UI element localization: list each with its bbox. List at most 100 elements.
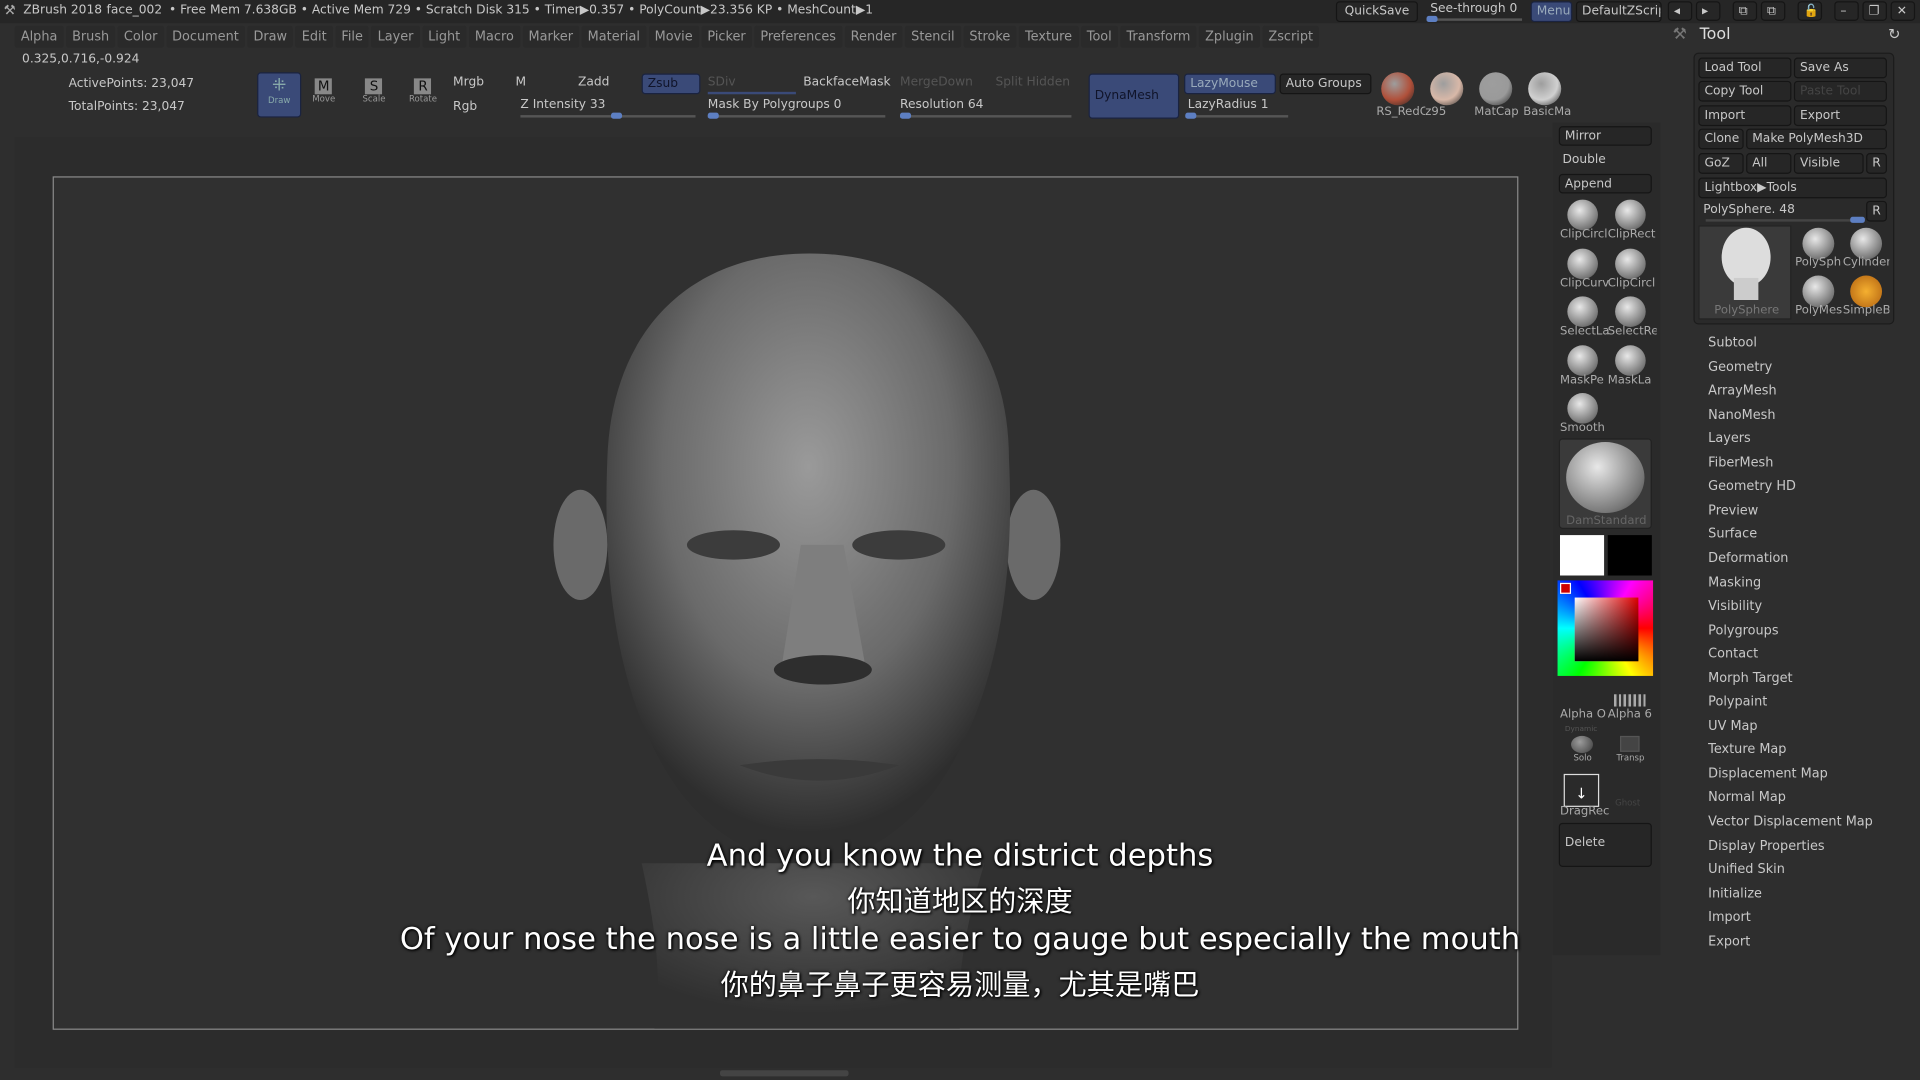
menu-zscript[interactable]: Zscript [1262,25,1320,48]
maskpe-button[interactable]: MaskPe [1560,373,1609,386]
menu-layer[interactable]: Layer [371,25,420,48]
menu-edit[interactable]: Edit [295,25,333,48]
delete-button[interactable]: Delete [1558,822,1652,867]
export-button[interactable]: Export [1793,105,1887,127]
minimize-icon[interactable]: – [1834,1,1859,21]
lazymouse-button[interactable]: LazyMouse [1184,73,1276,95]
menu-render[interactable]: Render [844,25,903,48]
append-button[interactable]: Append [1558,173,1652,194]
resolution-slider[interactable] [900,112,1072,119]
backface-mask-button[interactable]: BackfaceMask [803,76,890,89]
rgb-button[interactable]: Rgb [453,100,477,113]
menu-file[interactable]: File [335,25,370,48]
restore-icon[interactable]: ❐ [1862,1,1887,21]
layout-left-icon[interactable]: ⧉ [1732,1,1758,21]
solo-button[interactable]: Solo [1573,753,1622,763]
mask-by-polygroups-slider[interactable] [707,112,886,119]
tool-menu-display-properties[interactable]: Display Properties [1708,838,1824,853]
save-as-button[interactable]: Save As [1793,57,1887,79]
menu-transform[interactable]: Transform [1120,25,1197,48]
mrgb-button[interactable]: Mrgb [453,76,484,89]
sdiv-track[interactable] [707,91,796,95]
tool-menu-unified-skin[interactable]: Unified Skin [1708,862,1785,877]
tool-thumbnail-cylinder[interactable] [1850,227,1883,260]
tool-menu-vector-displacement-map[interactable]: Vector Displacement Map [1708,814,1873,829]
color-picker[interactable] [1557,580,1654,676]
selectre-button[interactable]: SelectRe [1608,324,1657,337]
dragrect-button[interactable]: DragRec [1560,804,1609,817]
menu-alpha[interactable]: Alpha [14,25,64,48]
goz-r-button[interactable]: R [1866,153,1887,174]
bottom-scroll-handle[interactable] [720,1070,849,1077]
menu-stencil[interactable]: Stencil [905,25,961,48]
see-through-slider[interactable] [1426,15,1523,23]
sdiv-slider[interactable]: SDiv [708,76,736,89]
selectla-button[interactable]: SelectLa [1560,324,1609,337]
dynamesh-button[interactable]: DynaMesh [1088,73,1180,119]
reset-icon[interactable]: ↻ [1888,26,1900,43]
menu-texture[interactable]: Texture [1018,25,1079,48]
menus-button[interactable]: Menus [1530,1,1573,23]
tool-menu-geometry[interactable]: Geometry [1708,359,1772,374]
tool-menu-deformation[interactable]: Deformation [1708,551,1788,566]
tool-menu-texture-map[interactable]: Texture Map [1708,742,1786,757]
secondary-color-swatch[interactable] [1607,535,1652,576]
menu-preferences[interactable]: Preferences [754,25,843,48]
goz-all-button[interactable]: All [1746,153,1792,174]
menu-tool[interactable]: Tool [1080,25,1118,48]
tool-menu-displacement-map[interactable]: Displacement Map [1708,766,1828,781]
make-polymesh3d-button[interactable]: Make PolyMesh3D [1746,128,1887,150]
move-button[interactable]: M Move [312,78,335,104]
menu-draw[interactable]: Draw [247,25,294,48]
material-sphere-icon[interactable] [1430,72,1464,106]
zsub-button[interactable]: Zsub [641,73,701,95]
material-sphere-icon[interactable] [1528,72,1562,106]
tool-menu-layers[interactable]: Layers [1708,431,1751,446]
clone-button[interactable]: Clone [1698,128,1744,150]
menu-movie[interactable]: Movie [648,25,699,48]
tool-thumbnail-simpleb[interactable] [1850,275,1883,308]
tool-menu-polypaint[interactable]: Polypaint [1708,695,1767,710]
tool-menu-fibermesh[interactable]: FiberMesh [1708,455,1773,470]
load-tool-button[interactable]: Load Tool [1698,57,1792,79]
cliprect-button[interactable]: ClipRect [1608,228,1657,241]
tool-menu-preview[interactable]: Preview [1708,503,1758,518]
rotate-button[interactable]: R Rotate [409,78,437,104]
menu-color[interactable]: Color [117,25,164,48]
tool-thumbnail-polysphere[interactable]: PolySphere [1698,225,1792,320]
scroll-right-icon[interactable]: ▸ [1695,1,1721,21]
m-button[interactable]: M [516,76,527,89]
tool-menu-morph-target[interactable]: Morph Target [1708,671,1792,686]
menu-brush[interactable]: Brush [65,25,116,48]
menu-picker[interactable]: Picker [701,25,752,48]
clipcurv-button[interactable]: ClipCurv [1560,276,1609,289]
draw-button[interactable]: ⁜ Draw [257,72,302,118]
ghost-button[interactable]: Ghost [1615,798,1664,808]
menu-document[interactable]: Document [166,25,245,48]
menu-marker[interactable]: Marker [522,25,580,48]
maskla-button[interactable]: MaskLa [1608,373,1657,386]
lazyradius-slider[interactable] [1185,112,1289,119]
material-sphere-icon[interactable] [1479,72,1513,106]
default-zscript-button[interactable]: DefaultZScript [1575,1,1662,23]
clipcircl-button[interactable]: ClipCircl [1560,228,1609,241]
tool-menu-geometry-hd[interactable]: Geometry HD [1708,479,1796,494]
scroll-left-icon[interactable]: ◂ [1667,1,1693,21]
goz-visible-button[interactable]: Visible [1793,153,1864,174]
tool-menu-surface[interactable]: Surface [1708,527,1757,542]
split-hidden-button[interactable]: Split Hidden [996,76,1071,89]
tool-thumbnail-polysph[interactable] [1802,227,1835,260]
quicksave-button[interactable]: QuickSave [1335,1,1418,23]
tool-menu-visibility[interactable]: Visibility [1708,599,1762,614]
menu-macro[interactable]: Macro [468,25,520,48]
merge-down-button[interactable]: MergeDown [900,76,973,89]
scale-button[interactable]: S Scale [362,78,386,104]
tool-menu-initialize[interactable]: Initialize [1708,886,1762,901]
menu-light[interactable]: Light [422,25,467,48]
layout-right-icon[interactable]: ⧉ [1760,1,1786,21]
brush-thumbnail[interactable]: DamStandard [1558,438,1652,529]
tool-menu-masking[interactable]: Masking [1708,575,1761,590]
clipcircl-button[interactable]: ClipCircl [1608,276,1657,289]
tool-menu-nanomesh[interactable]: NanoMesh [1708,407,1775,422]
tool-thumbnail-polymes[interactable] [1802,275,1835,308]
